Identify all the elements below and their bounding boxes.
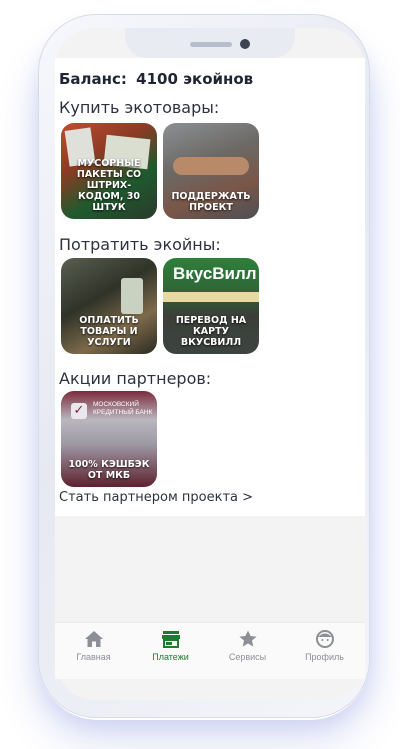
mkb-logo-icon: ✓	[71, 403, 87, 419]
balance-display: Баланс: 4100 экойнов	[59, 70, 253, 88]
tile-caption: ОПЛАТИТЬ ТОВАРЫ И УСЛУГИ	[79, 315, 139, 348]
phone-payment-photo	[121, 278, 143, 314]
tile-pay-goods[interactable]: ОПЛАТИТЬ ТОВАРЫ И УСЛУГИ	[61, 258, 157, 354]
main-content: Баланс: 4100 экойнов Купить экотовары: М…	[55, 58, 365, 516]
balance-amount: 4100 экойнов	[136, 70, 254, 88]
section-title-spend: Потратить экойны:	[59, 235, 221, 254]
balance-label: Баланс:	[59, 70, 127, 88]
speaker-grille	[190, 42, 232, 47]
tab-label: Платежи	[152, 652, 189, 662]
tile-support-project[interactable]: ПОДДЕРЖАТЬ ПРОЕКТ	[163, 123, 259, 219]
tab-services[interactable]: Сервисы	[209, 623, 286, 679]
store-lights-photo	[163, 292, 259, 302]
joined-hands-photo	[173, 157, 249, 175]
tab-home[interactable]: Главная	[55, 623, 132, 679]
tile-caption: ПОДДЕРЖАТЬ ПРОЕКТ	[171, 191, 251, 213]
section-title-buy: Купить экотовары:	[59, 98, 220, 117]
tile-caption: 100% КЭШБЭК ОТ МКБ	[68, 459, 150, 481]
tab-payments[interactable]: Платежи	[132, 623, 209, 679]
home-icon	[84, 631, 103, 647]
mkb-logo-text: Московский кредитный банк	[93, 401, 153, 416]
become-partner-link[interactable]: Стать партнером проекта >	[59, 490, 253, 505]
tab-label: Профиль	[305, 652, 344, 662]
face-icon	[315, 630, 334, 648]
tile-vkusvill-transfer[interactable]: ВкусВилл ПЕРЕВОД НА КАРТУ ВКУСВИЛЛ	[163, 258, 259, 354]
tile-mkb-cashback[interactable]: ✓ Московский кредитный банк 100% КЭШБЭК …	[61, 391, 157, 487]
tab-label: Главная	[76, 652, 111, 662]
tile-caption: МУСОРНЫЕ ПАКЕТЫ СО ШТРИХ-КОДОМ, 30 ШТУК	[76, 158, 142, 213]
tile-caption: ПЕРЕВОД НА КАРТУ ВКУСВИЛЛ	[175, 315, 247, 348]
front-camera	[240, 39, 250, 49]
tab-label: Сервисы	[228, 652, 267, 662]
section-title-partners: Акции партнеров:	[59, 369, 212, 388]
vkusvill-logo: ВкусВилл	[173, 264, 257, 283]
store-icon	[161, 631, 180, 648]
tab-profile[interactable]: Профиль	[286, 623, 363, 679]
star-icon	[238, 630, 257, 647]
tile-trash-bags[interactable]: МУСОРНЫЕ ПАКЕТЫ СО ШТРИХ-КОДОМ, 30 ШТУК	[61, 123, 157, 219]
bottom-tab-bar: Главная Платежи Сервисы Профиль	[55, 622, 365, 679]
